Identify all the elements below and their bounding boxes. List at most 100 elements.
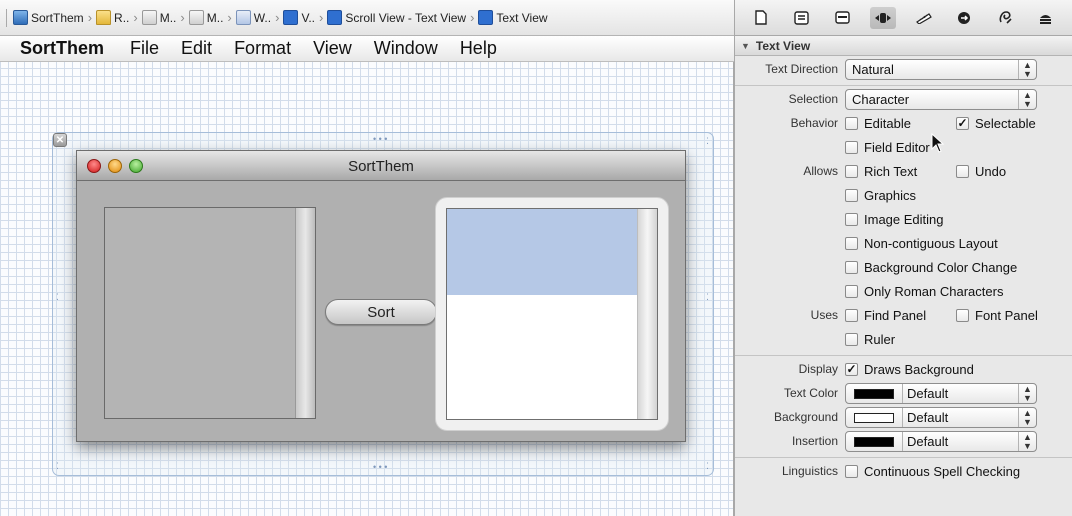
resize-handle-top-right[interactable]: ⁚ xyxy=(706,137,709,146)
updown-arrows-icon: ▲ ▼ xyxy=(1018,90,1036,109)
app-icon xyxy=(141,10,157,25)
find-panel-checkbox[interactable]: Find Panel xyxy=(845,308,926,323)
display-group: Display ✓ Draws Background Text Color Def… xyxy=(735,356,1072,458)
selection-label: Selection xyxy=(788,92,838,106)
resize-handle-left[interactable]: ⁚ xyxy=(56,293,59,302)
window-title-bar[interactable]: SortThem xyxy=(77,151,685,181)
checkbox-box xyxy=(956,165,969,178)
insertion-label: Insertion xyxy=(791,434,838,448)
file-inspector-icon[interactable] xyxy=(748,7,774,29)
menu-edit[interactable]: Edit xyxy=(181,38,212,59)
identity-inspector-icon[interactable] xyxy=(830,7,856,29)
draws-background-checkbox[interactable]: ✓ Draws Background xyxy=(845,362,974,377)
resize-handle-bottom-right[interactable]: ⁚ xyxy=(706,462,709,471)
insertion-color-well[interactable]: Default ▲ ▼ xyxy=(845,431,1037,452)
close-icon[interactable]: ✕ xyxy=(53,133,67,147)
chevron-right-icon: › xyxy=(133,10,138,25)
text-color-well[interactable]: Default ▲ ▼ xyxy=(845,383,1037,404)
left-scrollbar[interactable] xyxy=(295,208,315,418)
updown-arrows-icon: ▲ ▼ xyxy=(1018,432,1036,451)
background-color-change-checkbox[interactable]: Background Color Change xyxy=(845,260,1017,275)
image-editing-checkbox[interactable]: Image Editing xyxy=(845,212,944,227)
main-menu-bar: SortThem File Edit Format View Window He… xyxy=(0,36,734,62)
breadcrumb-app-1[interactable]: M.. xyxy=(141,10,176,25)
text-direction-popup[interactable]: Natural ▲ ▼ xyxy=(845,59,1037,80)
resize-handle-top[interactable]: • • • xyxy=(373,135,387,144)
resize-handle-right[interactable]: ⁚ xyxy=(706,293,709,302)
checkbox-box xyxy=(845,237,858,250)
uses-label: Uses xyxy=(810,308,838,322)
sort-button[interactable]: Sort xyxy=(325,299,437,325)
font-panel-checkbox[interactable]: Font Panel xyxy=(956,308,1038,323)
text-color-label: Text Color xyxy=(783,386,838,400)
view-effects-icon[interactable] xyxy=(1033,7,1059,29)
color-swatch xyxy=(854,437,894,447)
only-roman-characters-checkbox[interactable]: Only Roman Characters xyxy=(845,284,1003,299)
view-icon xyxy=(478,10,494,25)
app-window[interactable]: SortThem Sort xyxy=(76,150,686,442)
menu-format[interactable]: Format xyxy=(234,38,291,59)
behavior-label: Behavior xyxy=(790,116,838,130)
undo-checkbox[interactable]: Undo xyxy=(956,164,1006,179)
breadcrumb-folder[interactable]: R.. xyxy=(96,10,129,25)
mouse-pointer-icon xyxy=(931,133,945,153)
text-direction-label: Text Direction xyxy=(765,62,838,76)
checkbox-box xyxy=(956,309,969,322)
chevron-right-icon: › xyxy=(87,10,93,25)
field-editor-checkbox[interactable]: Field Editor xyxy=(845,140,930,155)
text-view-selection-frame[interactable] xyxy=(435,197,669,431)
editable-checkbox[interactable]: Editable xyxy=(845,116,911,131)
menu-help[interactable]: Help xyxy=(460,38,497,59)
menu-file[interactable]: File xyxy=(130,38,159,59)
updown-arrows-icon: ▲ ▼ xyxy=(1018,384,1036,403)
continuous-spell-checking-checkbox[interactable]: Continuous Spell Checking xyxy=(845,464,1020,479)
interface-builder-canvas[interactable]: SortThem File Edit Format View Window He… xyxy=(0,36,734,516)
text-view[interactable] xyxy=(446,208,658,420)
behavior-group: Selection Character ▲ ▼ Behavior Editable… xyxy=(735,86,1072,356)
graphics-checkbox[interactable]: Graphics xyxy=(845,188,916,203)
disclosure-triangle-icon[interactable]: ▼ xyxy=(741,41,750,51)
ruler-checkbox[interactable]: Ruler xyxy=(845,332,895,347)
menu-window[interactable]: Window xyxy=(374,38,438,59)
checkmark-icon: ✓ xyxy=(956,116,969,130)
updown-arrows-icon: ▲ ▼ xyxy=(1018,408,1036,427)
view-icon xyxy=(327,10,343,25)
non-contiguous-layout-checkbox[interactable]: Non-contiguous Layout xyxy=(845,236,998,251)
breadcrumb-project[interactable]: SortThem xyxy=(13,10,84,25)
checkbox-box xyxy=(845,309,858,322)
color-swatch xyxy=(854,413,894,423)
updown-arrows-icon: ▲ ▼ xyxy=(1018,60,1036,79)
right-scrollbar[interactable] xyxy=(637,209,657,419)
chevron-right-icon: › xyxy=(319,10,324,25)
size-inspector-icon[interactable] xyxy=(911,7,937,29)
window-title: SortThem xyxy=(348,158,414,175)
menu-view[interactable]: View xyxy=(313,38,352,59)
attributes-inspector-icon[interactable] xyxy=(870,6,897,29)
checkbox-box xyxy=(845,465,858,478)
checkbox-box xyxy=(845,261,858,274)
jump-bar-divider xyxy=(6,8,7,27)
allows-label: Allows xyxy=(803,164,838,178)
rich-text-checkbox[interactable]: Rich Text xyxy=(845,164,917,179)
resize-handle-bottom-left[interactable]: ⁚ xyxy=(56,462,59,471)
breadcrumb-view[interactable]: V.. xyxy=(283,10,315,25)
checkbox-box xyxy=(845,285,858,298)
background-color-well[interactable]: Default ▲ ▼ xyxy=(845,407,1037,428)
breadcrumb-app-2[interactable]: M.. xyxy=(188,10,223,25)
checkbox-box xyxy=(845,213,858,226)
menu-app[interactable]: SortThem xyxy=(20,38,104,59)
jump-bar: SortThem › R.. › M.. › M.. › W.. › V.. ›… xyxy=(0,0,734,36)
breadcrumb-text-view[interactable]: Text View xyxy=(478,10,548,25)
resize-handle-bottom[interactable]: • • • xyxy=(373,463,387,472)
left-scroll-view[interactable] xyxy=(104,207,316,419)
bindings-inspector-icon[interactable] xyxy=(992,7,1018,29)
selection-popup[interactable]: Character ▲ ▼ xyxy=(845,89,1037,110)
checkbox-box xyxy=(845,333,858,346)
quick-help-icon[interactable] xyxy=(789,7,815,29)
selectable-checkbox[interactable]: ✓ Selectable xyxy=(956,116,1036,131)
color-swatch xyxy=(854,389,894,399)
breadcrumb-window[interactable]: W.. xyxy=(235,10,271,25)
connections-inspector-icon[interactable] xyxy=(951,7,977,29)
inspector-section-header[interactable]: ▼ Text View xyxy=(735,36,1072,56)
breadcrumb-scroll-view[interactable]: Scroll View - Text View xyxy=(327,10,466,25)
